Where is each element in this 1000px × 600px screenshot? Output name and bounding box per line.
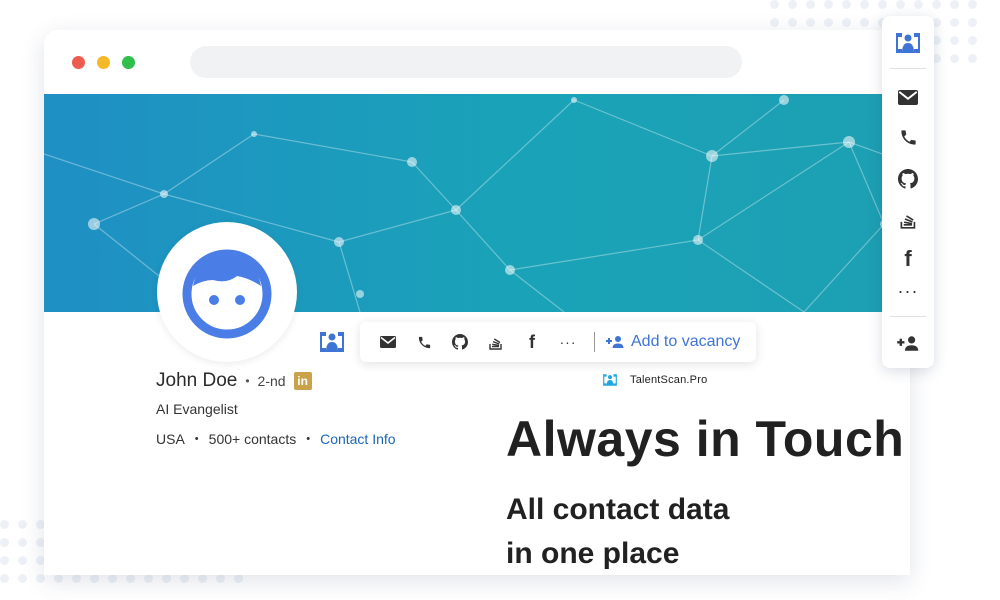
panel-divider [890, 68, 926, 69]
decorative-dot [896, 0, 905, 9]
decorative-dot [788, 0, 797, 9]
decorative-dot [824, 0, 833, 9]
face-icon [182, 249, 272, 339]
contacts-count: 500+ contacts [208, 431, 297, 447]
stackoverflow-icon[interactable] [482, 328, 510, 356]
decorative-dot [842, 18, 851, 27]
contact-toolbar: f ··· Add to vacancy [360, 322, 756, 362]
decorative-dot [770, 18, 779, 27]
decorative-dot [950, 0, 959, 9]
avatar[interactable] [157, 222, 297, 362]
name-row: John Doe • 2-nd in [156, 370, 396, 392]
decorative-dot [234, 574, 243, 583]
contact-info-link[interactable]: Contact Info [320, 431, 396, 447]
more-icon[interactable]: ··· [554, 328, 582, 356]
decorative-dot [108, 574, 117, 583]
decorative-dot [968, 18, 977, 27]
decorative-dot [126, 574, 135, 583]
decorative-dot [36, 574, 45, 583]
address-bar[interactable] [190, 46, 742, 78]
decorative-dot [198, 574, 207, 583]
close-window-button[interactable] [72, 56, 85, 69]
email-icon[interactable] [882, 82, 934, 112]
github-icon[interactable] [882, 164, 934, 194]
profile-headline: AI Evangelist [156, 401, 238, 417]
decorative-dot [806, 0, 815, 9]
decorative-dot [90, 574, 99, 583]
profile-name: John Doe [156, 370, 238, 391]
talentscan-logo-icon [603, 374, 617, 386]
facebook-icon[interactable]: f [518, 328, 546, 356]
add-to-vacancy-label: Add to vacancy [631, 333, 741, 350]
decorative-dot [54, 574, 63, 583]
decorative-dot [180, 574, 189, 583]
email-icon[interactable] [374, 328, 402, 356]
decorative-dot [18, 574, 27, 583]
profile-meta: USA • 500+ contacts • Contact Info [156, 431, 396, 447]
talentscan-logo-icon[interactable] [882, 28, 934, 58]
decorative-dot [932, 0, 941, 9]
brand: TalentScan.Pro [600, 372, 707, 388]
hero-subtitle-line: in one place [506, 537, 680, 570]
decorative-dot [162, 574, 171, 583]
decorative-dot [72, 574, 81, 583]
decorative-dot [968, 0, 977, 9]
brand-name: TalentScan.Pro [630, 374, 708, 386]
decorative-dot [824, 18, 833, 27]
toolbar-divider [594, 332, 595, 352]
decorative-dot [860, 18, 869, 27]
decorative-dot [770, 0, 779, 9]
facebook-icon[interactable]: f [882, 244, 934, 274]
separator-dot: • [245, 374, 250, 388]
profile-location: USA [156, 431, 185, 447]
decorative-dot [806, 18, 815, 27]
decorative-dot [914, 0, 923, 9]
more-icon[interactable]: ··· [882, 276, 934, 306]
add-person-icon [605, 335, 625, 349]
decorative-dot [950, 18, 959, 27]
decorative-dot [216, 574, 225, 583]
decorative-dot [18, 556, 27, 565]
decorative-dot [18, 520, 27, 529]
panel-divider [890, 316, 926, 317]
browser-titlebar [44, 30, 910, 94]
decorative-dot [842, 0, 851, 9]
minimize-window-button[interactable] [97, 56, 110, 69]
phone-icon[interactable] [882, 122, 934, 152]
profile-info: John Doe • 2-nd in AI Evangelist USA • 5… [156, 370, 396, 447]
decorative-dot [878, 0, 887, 9]
decorative-dot [18, 538, 27, 547]
separator-dot: • [306, 433, 311, 445]
decorative-dot [0, 574, 9, 583]
phone-icon[interactable] [410, 328, 438, 356]
separator-dot: • [194, 433, 199, 445]
talentscan-logo-icon[interactable] [316, 328, 348, 356]
linkedin-icon[interactable]: in [293, 372, 312, 390]
hero-subtitle: All contact data in one place [506, 488, 729, 575]
hero-subtitle-line: All contact data [506, 493, 730, 526]
decorative-dot [788, 18, 797, 27]
decorative-dot [0, 556, 9, 565]
decorative-dot [950, 36, 959, 45]
browser-window: John Doe • 2-nd in AI Evangelist USA • 5… [44, 30, 910, 575]
decorative-dot [950, 54, 959, 63]
decorative-dot [968, 54, 977, 63]
add-to-vacancy-button[interactable]: Add to vacancy [605, 333, 740, 351]
decorative-dot [968, 36, 977, 45]
decorative-dot [860, 0, 869, 9]
decorative-dot [0, 520, 9, 529]
maximize-window-button[interactable] [122, 56, 135, 69]
stackoverflow-icon[interactable] [882, 204, 934, 234]
decorative-dot [0, 538, 9, 547]
github-icon[interactable] [446, 328, 474, 356]
extension-side-panel: f ··· [882, 16, 934, 368]
decorative-dot [144, 574, 153, 583]
connection-degree: 2-nd [257, 373, 286, 389]
add-person-icon[interactable] [882, 328, 934, 358]
hero-title: Always in Touch [506, 411, 905, 467]
